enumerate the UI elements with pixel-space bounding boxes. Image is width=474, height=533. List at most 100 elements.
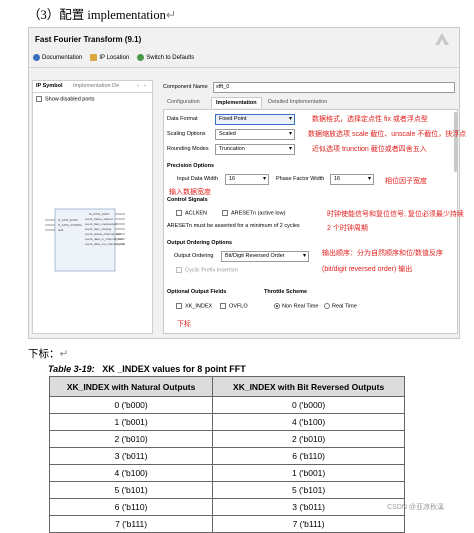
table-cell: 6 ('b110) [48, 498, 214, 516]
table-row: 4 ('b100) 1 ('b001) [48, 464, 405, 482]
output-ordering-label: Output Ordering [174, 253, 214, 259]
input-data-width-label: Input Data Width [177, 176, 218, 182]
ip-location-button[interactable]: IP Location [90, 54, 129, 62]
data-format-select[interactable]: Fixed Point [215, 114, 295, 125]
xk-index-checkbox[interactable]: XK_INDEX [176, 303, 212, 309]
tab-detailed-implementation[interactable]: Detailed Implementation [264, 97, 331, 108]
chevron-right-icon[interactable]: › [144, 83, 146, 89]
annotation-ordering-2: (bit/digit reversed order) 输出 [322, 266, 413, 273]
annotation-control-cycles: 2 个时钟周期 [327, 225, 368, 232]
annotation-phase-width: 相位因子宽度 [385, 178, 427, 185]
output-ordering-title: Output Ordering Options [167, 240, 233, 246]
table-cell: 3 ('b011) [48, 447, 214, 465]
chevron-left-icon[interactable]: ‹ [137, 83, 139, 89]
table-cell: 2 ('b010) [212, 430, 405, 448]
annotation-input-width: 输入数据宽度 [169, 189, 211, 196]
table-row: 7 ('b111) 7 ('b111) [48, 515, 405, 533]
subheading: 下标：↵ [28, 348, 69, 360]
output-ordering-select[interactable]: Bit/Digit Reversed Order [221, 251, 309, 262]
folder-icon [90, 54, 98, 62]
tab-implementation[interactable]: Implementation [211, 97, 262, 108]
annotation-control: 时钟使能信号和复位信号, 复位必须最少持续 [327, 211, 464, 218]
table-header-row: XK_INDEX with Natural Outputs XK_INDEX w… [48, 376, 405, 397]
svg-text:aclk: aclk [58, 228, 64, 232]
toolbar-divider [29, 67, 459, 68]
svg-text:event_tlast_missing: event_tlast_missing [85, 227, 112, 231]
annotation-ordering: 输出顺序：分为自然顺序和位/数值反序 [322, 250, 443, 257]
table-cell: 3 ('b011) [212, 498, 405, 516]
table-cell: 1 ('b001) [48, 413, 214, 431]
svg-text:event_tlast_unexpected: event_tlast_unexpected [85, 222, 117, 226]
table-cell: 4 ('b100) [48, 464, 214, 482]
refresh-icon [137, 54, 145, 62]
dialog-title: Fast Fourier Transform (9.1) [35, 35, 142, 44]
dialog-toolbar: Documentation IP Location Switch to Defa… [29, 52, 459, 64]
table-row: 6 ('b110) 3 ('b011) [48, 498, 405, 516]
throttle-scheme-title: Throttle Scheme [264, 289, 308, 295]
table-row: 0 ('b000) 0 ('b000) [48, 396, 405, 414]
svg-text:event_frame_started: event_frame_started [85, 217, 113, 221]
tab-ip-symbol[interactable]: IP Symbol [36, 83, 63, 89]
ip-symbol-diagram: S_AXIS_DATA S_AXIS_CONFIG aclk M_AXIS_DA… [45, 208, 125, 272]
xilinx-logo-icon [435, 33, 449, 45]
table-row: 2 ('b010) 2 ('b010) [48, 430, 405, 448]
table-cell: 7 ('b111) [48, 515, 214, 533]
rounding-modes-label: Rounding Modes [167, 146, 209, 152]
table-caption: Table 3-19: XK _INDEX values for 8 point… [48, 364, 246, 374]
cyclic-prefix-checkbox[interactable]: Cyclic Prefix Insertion [176, 267, 238, 273]
ip-symbol-panel: IP Symbol Implementation De ‹ › Show dis… [32, 80, 153, 334]
control-signals-title: Control Signals [167, 197, 208, 203]
annotation-rounding: 近似选项 trunction 截位或者四舍五入 [312, 146, 427, 153]
table-cell: 0 ('b000) [48, 396, 214, 414]
input-data-width-select[interactable]: 16 [225, 174, 269, 185]
scaling-options-select[interactable]: Scaled [215, 129, 295, 140]
table-cell: 2 ('b010) [48, 430, 214, 448]
table-cell: 5 ('b101) [48, 481, 214, 499]
annotation-data-format: 数据格式，选择定点性 fix 或者浮点型 [312, 116, 428, 123]
svg-text:S_AXIS_CONFIG: S_AXIS_CONFIG [58, 223, 83, 227]
tab-configuration[interactable]: Configuration [163, 97, 204, 108]
aresetn-note: ARESETn must be asserted for a minimum o… [167, 223, 300, 229]
table-row: 5 ('b101) 5 ('b101) [48, 481, 405, 499]
annotation-scaling: 数据缩放选项 scale 截位、unscale 不截位，抉浮点 [308, 131, 467, 138]
switch-defaults-button[interactable]: Switch to Defaults [137, 54, 194, 62]
vertical-scrollbar[interactable] [454, 112, 457, 172]
table-cell: 1 ('b001) [212, 464, 405, 482]
page-heading: （3）配置 implementation↵ [28, 8, 177, 22]
config-tabs: Configuration Implementation Detailed Im… [163, 97, 458, 109]
column-header: XK_INDEX with Bit Reversed Outputs [212, 376, 405, 397]
documentation-button[interactable]: Documentation [33, 54, 82, 62]
implementation-panel: Data Format Fixed Point Scaling Options … [163, 109, 458, 334]
component-name-label: Component Name [163, 84, 208, 90]
column-header: XK_INDEX with Natural Outputs [48, 376, 214, 397]
table-cell: 6 ('b110) [212, 447, 405, 465]
non-real-time-radio[interactable]: Non Real Time [274, 303, 318, 309]
optional-output-fields-title: Optional Output Fields [167, 289, 227, 295]
real-time-radio[interactable]: Real Time [324, 303, 357, 309]
aresetn-checkbox[interactable]: ARESETn (active low) [222, 210, 285, 216]
tab-implementation-details[interactable]: Implementation De [73, 83, 119, 89]
table-cell: 0 ('b000) [212, 396, 405, 414]
scaling-options-label: Scaling Options [167, 131, 206, 137]
left-tabs: IP Symbol Implementation De ‹ › [33, 81, 152, 93]
watermark: CSDN @亚凉秋溪 [387, 504, 444, 511]
show-disabled-ports-checkbox[interactable]: Show disabled ports [36, 96, 95, 102]
table-cell: 5 ('b101) [212, 481, 405, 499]
table-row: 1 ('b001) 4 ('b100) [48, 413, 405, 431]
ovflo-checkbox[interactable]: OVFLO [220, 303, 248, 309]
table-row: 3 ('b011) 6 ('b110) [48, 447, 405, 465]
documentation-icon [33, 54, 40, 62]
svg-text:M_AXIS_DATA: M_AXIS_DATA [89, 212, 109, 216]
table-cell: 7 ('b111) [212, 515, 405, 533]
precision-options-title: Precision Options [167, 163, 215, 169]
phase-factor-width-select[interactable]: 16 [330, 174, 374, 185]
phase-factor-width-label: Phase Factor Width [276, 176, 325, 182]
table-cell: 4 ('b100) [212, 413, 405, 431]
rounding-modes-select[interactable]: Truncation [215, 144, 295, 155]
fft-dialog-screenshot: Fast Fourier Transform (9.1) Documentati… [28, 27, 466, 339]
aclken-checkbox[interactable]: ACLKEN [176, 210, 207, 216]
component-name-input[interactable]: xfft_0 [213, 82, 455, 93]
svg-text:S_AXIS_DATA: S_AXIS_DATA [58, 218, 78, 222]
annotation-xk-index: 下标 [177, 321, 191, 328]
data-format-label: Data Format [167, 116, 198, 122]
